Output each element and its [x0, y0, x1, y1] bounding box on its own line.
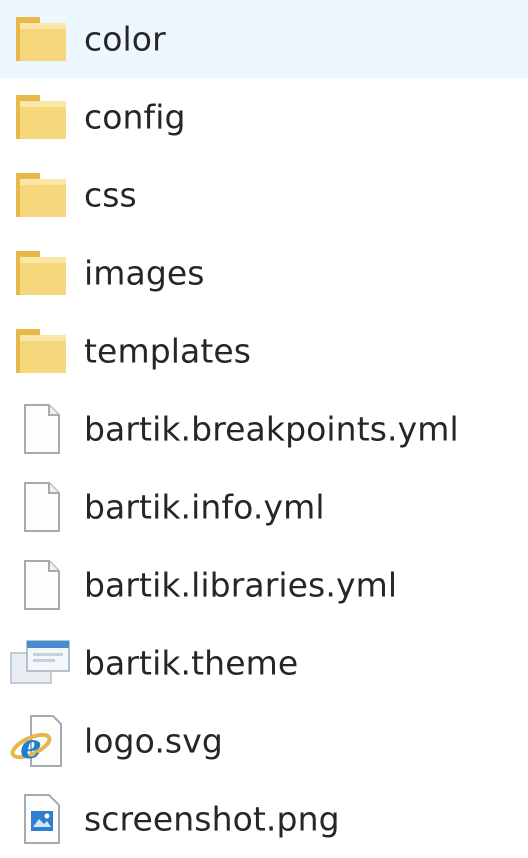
folder-icon [8, 242, 74, 304]
folder-icon [8, 320, 74, 382]
document-icon [8, 554, 74, 616]
folder-item-config[interactable]: config [0, 78, 528, 156]
file-item-logo-svg[interactable]: e logo.svg [0, 702, 528, 780]
file-name: bartik.theme [84, 643, 299, 683]
file-item-bartik-info-yml[interactable]: bartik.info.yml [0, 468, 528, 546]
file-name: bartik.breakpoints.yml [84, 409, 459, 449]
file-item-screenshot-png[interactable]: screenshot.png [0, 780, 528, 858]
file-name: logo.svg [84, 721, 223, 761]
file-name: bartik.info.yml [84, 487, 325, 527]
file-name: color [84, 19, 166, 59]
file-item-bartik-theme[interactable]: bartik.theme [0, 624, 528, 702]
file-name: css [84, 175, 137, 215]
internet-explorer-icon: e [8, 710, 74, 772]
file-name: config [84, 97, 186, 137]
file-name: bartik.libraries.yml [84, 565, 398, 605]
svg-text:e: e [20, 727, 42, 767]
document-icon [8, 476, 74, 538]
file-name: screenshot.png [84, 799, 340, 839]
image-file-icon [8, 788, 74, 850]
folder-item-css[interactable]: css [0, 156, 528, 234]
folder-icon [8, 8, 74, 70]
document-icon [8, 398, 74, 460]
file-item-bartik-libraries-yml[interactable]: bartik.libraries.yml [0, 546, 528, 624]
file-name: templates [84, 331, 252, 371]
file-name: images [84, 253, 205, 293]
file-list: color config css images templates bartik… [0, 0, 528, 850]
theme-file-icon [8, 632, 74, 694]
folder-icon [8, 164, 74, 226]
file-item-bartik-breakpoints-yml[interactable]: bartik.breakpoints.yml [0, 390, 528, 468]
folder-item-images[interactable]: images [0, 234, 528, 312]
folder-item-color[interactable]: color [0, 0, 528, 78]
folder-icon [8, 86, 74, 148]
folder-item-templates[interactable]: templates [0, 312, 528, 390]
